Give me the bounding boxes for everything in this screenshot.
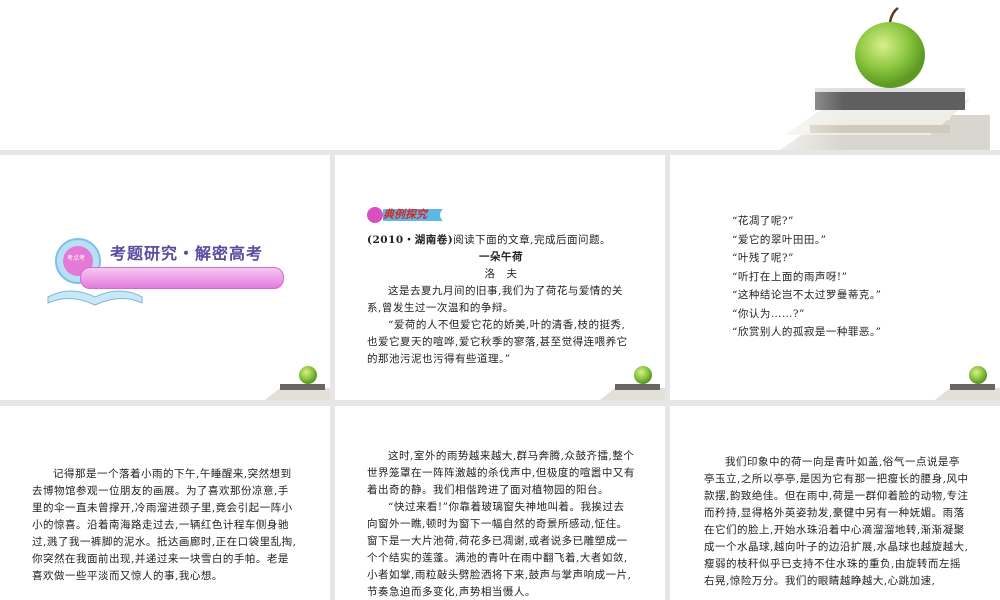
- slide-storm: 这时,室外的雨势越来越大,群马奔腾,众鼓齐擂,整个世界笼罩在一阵阵激越的杀伐声中…: [335, 406, 665, 600]
- slide-example: 典例探究 (2010・湖南卷)阅读下面的文章,完成后面问题。 一朵午荷 洛 夫 …: [335, 155, 665, 400]
- article-author: 洛 夫: [484, 268, 518, 280]
- dialogue-line: “听打在上面的雨声呀!”: [732, 270, 848, 283]
- slide-impression: 我们印象中的荷一向是青叶如盖,俗气一点说是亭亭玉立,之所以亭亭,是因为它有那一把…: [670, 406, 1000, 600]
- dialogue-line: “欣赏别人的孤寂是一种罪恶。”: [732, 326, 882, 338]
- dialogue-line: “花凋了呢?”: [732, 215, 794, 227]
- paragraph: “快过来看!”你靠着玻璃窗失神地叫着。我挨过去向窗外一瞧,顿时为窗下一幅自然的奇…: [367, 501, 632, 598]
- intro-source: (2010・湖南卷): [367, 234, 454, 246]
- paragraph: 这是去夏九月间的旧事,我们为了荷花与爱情的关系,曾发生过一次温和的争辩。: [367, 285, 623, 314]
- books-apple-icon: [265, 366, 330, 400]
- intro-rest: 阅读下面的文章,完成后面问题。: [453, 234, 612, 246]
- books-apple-icon: [740, 0, 1000, 150]
- slide-dialogue: “花凋了呢?” “爱它的翠叶田田。” “叶残了呢?” “听打在上面的雨声呀!” …: [670, 155, 1000, 400]
- paragraph: 这时,室外的雨势越来越大,群马奔腾,众鼓齐擂,整个世界笼罩在一阵阵激越的杀伐声中…: [367, 450, 635, 496]
- example-article: (2010・湖南卷)阅读下面的文章,完成后面问题。 一朵午荷 洛 夫 这是去夏九…: [367, 232, 635, 368]
- slide-memory: 记得那是一个落着小雨的下午,午睡醒来,突然想到去博物馆参观一位朋友的画展。为了喜…: [0, 406, 330, 600]
- intro-line: (2010・湖南卷)阅读下面的文章,完成后面问题。: [367, 232, 635, 249]
- top-banner: [0, 0, 1000, 150]
- dialogue-line: “这种结论岂不太过罗曼蒂克。”: [732, 289, 882, 301]
- dialogue-lines: “花凋了呢?” “爱它的翠叶田田。” “叶残了呢?” “听打在上面的雨声呀!” …: [732, 212, 982, 342]
- paragraph: 我们印象中的荷一向是青叶如盖,俗气一点说是亭亭玉立,之所以亭亭,是因为它有那一把…: [704, 456, 969, 587]
- example-badge: 典例探究: [383, 208, 427, 221]
- article-title: 一朵午荷: [479, 251, 523, 263]
- section-title: 考题研究・解密高考: [110, 244, 264, 263]
- memory-text: 记得那是一个落着小雨的下午,午睡醒来,突然想到去博物馆参观一位朋友的画展。为了喜…: [32, 466, 297, 585]
- books-apple-icon: [935, 366, 1000, 400]
- logo-text: 考点考: [67, 255, 86, 262]
- dialogue-line: “你认为……?”: [732, 307, 805, 320]
- dialogue-line: “爱它的翠叶田田。”: [732, 233, 827, 246]
- dialogue-line: “叶残了呢?”: [732, 252, 794, 264]
- books-apple-icon: [600, 366, 665, 400]
- section-title-underline: [80, 267, 284, 289]
- storm-text: 这时,室外的雨势越来越大,群马奔腾,众鼓齐擂,整个世界笼罩在一阵阵激越的杀伐声中…: [367, 448, 635, 600]
- paragraph: 记得那是一个落着小雨的下午,午睡醒来,突然想到去博物馆参观一位朋友的画展。为了喜…: [32, 468, 297, 582]
- impression-text: 我们印象中的荷一向是青叶如盖,俗气一点说是亭亭玉立,之所以亭亭,是因为它有那一把…: [704, 454, 970, 590]
- slide-title: 考点考 考题研究・解密高考: [0, 155, 330, 400]
